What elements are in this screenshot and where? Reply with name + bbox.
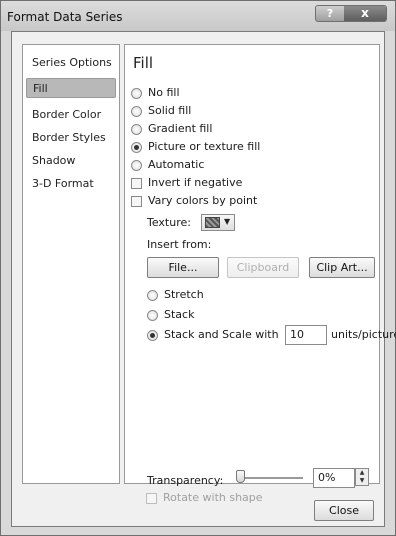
solid-fill-label: Solid fill — [148, 104, 192, 117]
sidebar-item-3d-format[interactable]: 3-D Format — [26, 174, 116, 194]
picture-fill-label: Picture or texture fill — [148, 140, 261, 153]
automatic-option[interactable]: Automatic — [131, 157, 204, 173]
sidebar-item-border-styles[interactable]: Border Styles — [26, 128, 116, 148]
radio-stretch[interactable] — [147, 289, 158, 301]
picture-fill-option[interactable]: Picture or texture fill — [131, 139, 260, 155]
stack-label: Stack — [164, 308, 195, 321]
texture-dropdown[interactable]: ▼ — [201, 214, 235, 231]
invert-if-negative-label: Invert if negative — [148, 176, 243, 189]
stretch-option[interactable]: Stretch — [147, 287, 204, 303]
title-bar[interactable]: Format Data Series ? x — [1, 1, 395, 31]
transparency-slider-thumb[interactable] — [236, 470, 245, 483]
help-button[interactable]: ? — [316, 6, 345, 21]
insert-from-label: Insert from: — [147, 238, 212, 251]
vary-colors-label: Vary colors by point — [148, 194, 258, 207]
radio-stack-scale[interactable] — [147, 329, 158, 341]
texture-swatch-icon — [205, 217, 220, 228]
sidebar-item-shadow[interactable]: Shadow — [26, 151, 116, 171]
radio-no-fill[interactable] — [131, 87, 142, 99]
gradient-fill-label: Gradient fill — [148, 122, 213, 135]
sidebar-item-border-color[interactable]: Border Color — [26, 105, 116, 125]
vary-colors-option[interactable]: Vary colors by point — [131, 193, 257, 209]
spin-down-icon[interactable]: ▼ — [356, 477, 368, 485]
file-button[interactable]: File... — [147, 257, 219, 278]
dialog-body: Series Options Fill Border Color Border … — [11, 31, 396, 527]
transparency-slider-track[interactable] — [241, 477, 303, 479]
radio-stack[interactable] — [147, 309, 158, 321]
automatic-label: Automatic — [148, 158, 205, 171]
solid-fill-option[interactable]: Solid fill — [131, 103, 191, 119]
no-fill-option[interactable]: No fill — [131, 85, 180, 101]
clip-art-button[interactable]: Clip Art... — [309, 257, 375, 278]
texture-label: Texture: — [147, 216, 191, 229]
stack-option[interactable]: Stack — [147, 307, 194, 323]
transparency-spinner[interactable]: ▲ ▼ — [355, 468, 369, 486]
rotate-with-shape-option[interactable]: Rotate with shape — [146, 490, 263, 506]
transparency-label: Transparency: — [147, 474, 224, 487]
transparency-input[interactable]: 0% — [313, 468, 355, 488]
checkbox-rotate-with-shape[interactable] — [146, 492, 157, 504]
dialog-title: Format Data Series — [7, 10, 123, 24]
dropdown-arrow-icon: ▼ — [224, 217, 231, 226]
checkbox-vary-colors[interactable] — [131, 195, 142, 207]
clipboard-button[interactable]: Clipboard — [227, 257, 299, 278]
close-button[interactable]: Close — [314, 500, 374, 521]
category-list: Series Options Fill Border Color Border … — [22, 44, 120, 484]
checkbox-invert-if-negative[interactable] — [131, 177, 142, 189]
invert-if-negative-option[interactable]: Invert if negative — [131, 175, 242, 191]
units-per-picture-input[interactable]: 10 — [285, 325, 327, 345]
stretch-label: Stretch — [164, 288, 204, 301]
no-fill-label: No fill — [148, 86, 180, 99]
sidebar-item-fill[interactable]: Fill — [26, 78, 116, 98]
fill-panel: Fill No fill Solid fill Gradient fill Pi… — [124, 44, 396, 488]
rotate-with-shape-label: Rotate with shape — [163, 491, 263, 504]
radio-gradient-fill[interactable] — [131, 123, 142, 135]
format-data-series-dialog: Format Data Series ? x Series Options Fi… — [0, 0, 396, 536]
panel-title: Fill — [133, 54, 154, 72]
radio-solid-fill[interactable] — [131, 105, 142, 117]
close-window-button[interactable]: x — [344, 6, 386, 21]
radio-automatic[interactable] — [131, 159, 142, 171]
gradient-fill-option[interactable]: Gradient fill — [131, 121, 212, 137]
spin-up-icon[interactable]: ▲ — [356, 469, 368, 477]
sidebar-item-series-options[interactable]: Series Options — [26, 53, 116, 73]
stack-scale-option[interactable]: Stack and Scale with — [147, 327, 279, 343]
radio-picture-fill[interactable] — [131, 141, 142, 153]
units-per-picture-label: units/picture — [331, 328, 396, 341]
stack-scale-label: Stack and Scale with — [164, 328, 279, 341]
title-buttons: ? x — [315, 5, 387, 22]
